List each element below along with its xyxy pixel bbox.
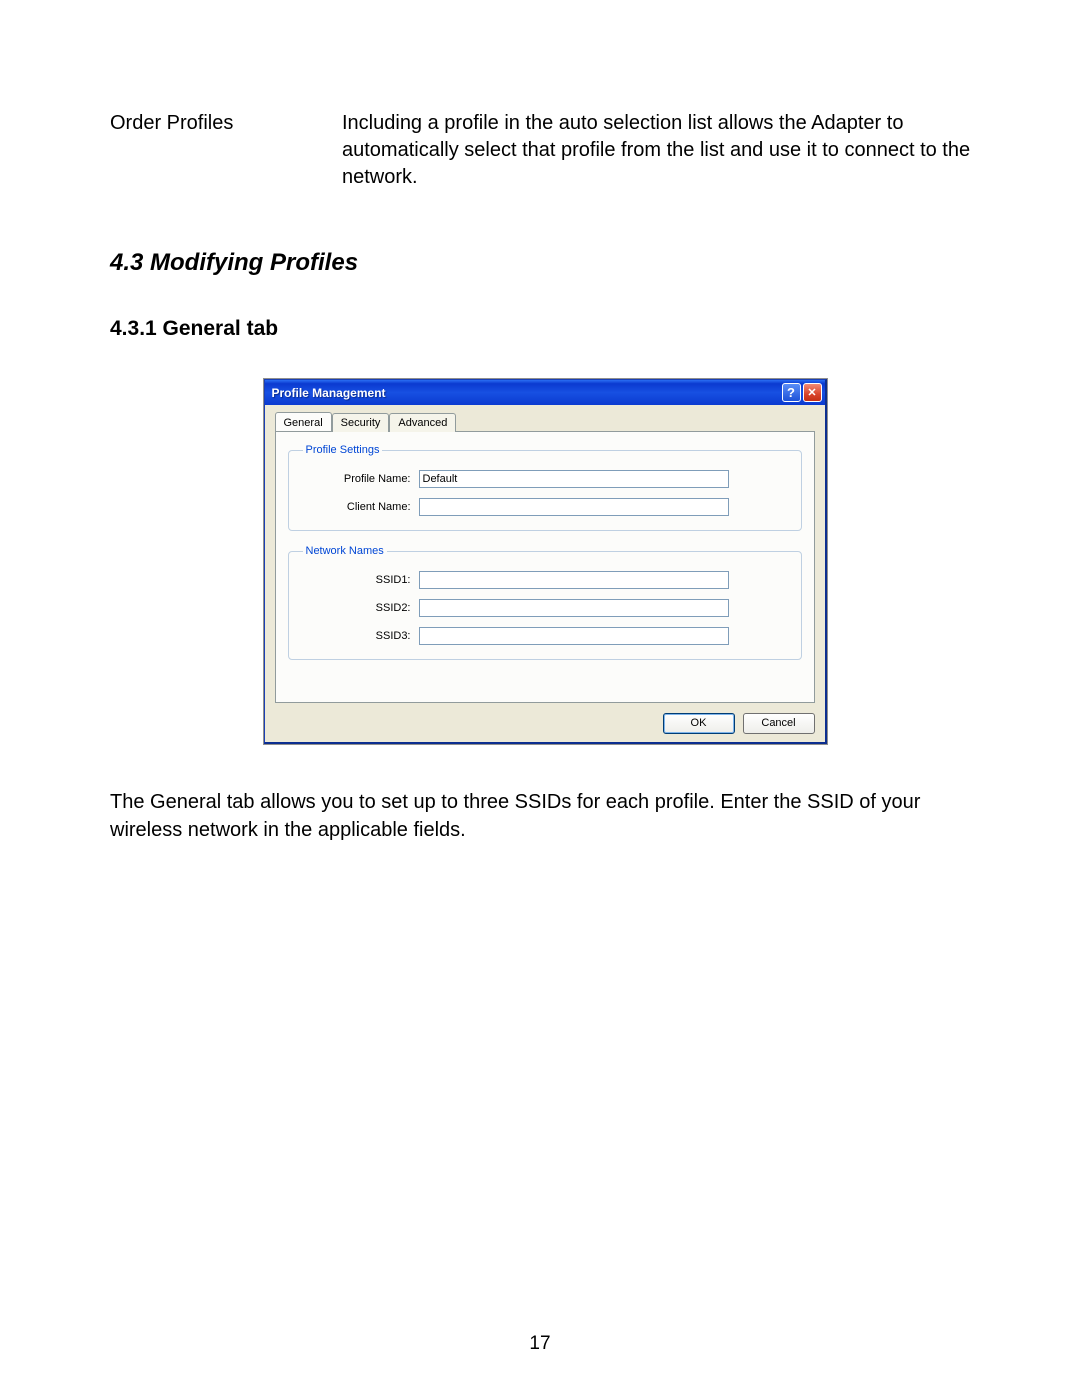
subsection-heading: 4.3.1 General tab (110, 317, 980, 341)
close-icon: ✕ (807, 386, 816, 399)
order-profiles-label: Order Profiles (110, 110, 342, 191)
network-names-group: Network Names SSID1: SSID2: SSID3: (288, 545, 802, 660)
close-button[interactable]: ✕ (803, 383, 822, 402)
tab-security[interactable]: Security (332, 413, 390, 432)
dialog-titlebar: Profile Management ? ✕ (265, 380, 825, 405)
client-name-label: Client Name: (303, 501, 419, 513)
cancel-button[interactable]: Cancel (743, 713, 815, 734)
ssid2-input[interactable] (419, 599, 729, 617)
dialog-button-row: OK Cancel (275, 703, 815, 734)
profile-settings-legend: Profile Settings (303, 444, 383, 456)
profile-name-label: Profile Name: (303, 473, 419, 485)
ssid2-label: SSID2: (303, 602, 419, 614)
section-heading: 4.3 Modifying Profiles (110, 249, 980, 277)
client-name-input[interactable] (419, 498, 729, 516)
network-names-legend: Network Names (303, 545, 387, 557)
ssid3-label: SSID3: (303, 630, 419, 642)
order-profiles-row: Order Profiles Including a profile in th… (110, 110, 980, 191)
tab-general[interactable]: General (275, 412, 332, 431)
page-number: 17 (0, 1333, 1080, 1355)
ssid1-label: SSID1: (303, 574, 419, 586)
ssid1-input[interactable] (419, 571, 729, 589)
profile-management-dialog: Profile Management ? ✕ General Security … (264, 379, 827, 744)
ok-button[interactable]: OK (663, 713, 735, 734)
help-icon: ? (787, 385, 795, 400)
profile-name-input[interactable] (419, 470, 729, 488)
profile-settings-group: Profile Settings Profile Name: Client Na… (288, 444, 802, 531)
order-profiles-description: Including a profile in the auto selectio… (342, 110, 980, 191)
tab-panel-general: Profile Settings Profile Name: Client Na… (275, 431, 815, 703)
general-tab-caption: The General tab allows you to set up to … (110, 788, 980, 844)
tab-strip: General Security Advanced (275, 412, 815, 431)
ssid3-input[interactable] (419, 627, 729, 645)
tab-advanced[interactable]: Advanced (389, 413, 456, 432)
dialog-title: Profile Management (272, 386, 782, 400)
help-button[interactable]: ? (782, 383, 801, 402)
